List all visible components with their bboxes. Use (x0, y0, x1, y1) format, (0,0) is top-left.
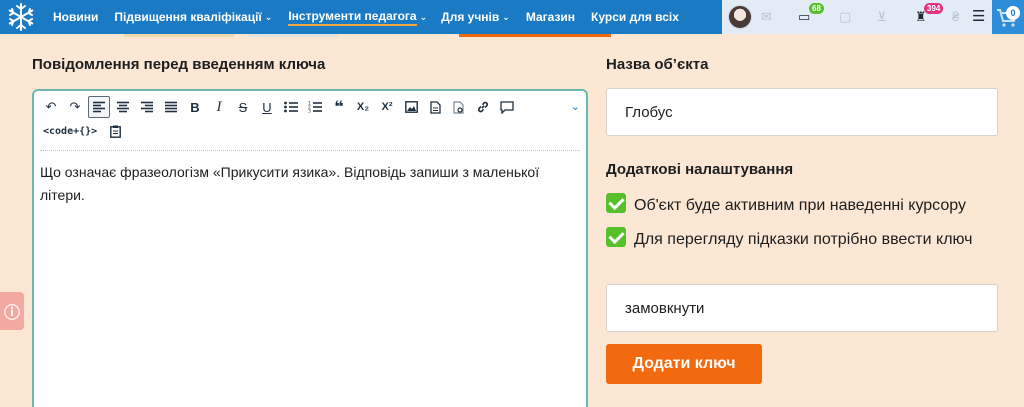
menu-icon[interactable]: ☰ (972, 9, 985, 25)
undo-icon[interactable]: ↶ (40, 96, 62, 118)
blockquote-icon[interactable]: ❝ (328, 96, 350, 118)
main-nav: Новини Підвищення кваліфікації ⌄ Інструм… (53, 0, 695, 34)
code-insert-button[interactable]: <code+{}> (40, 120, 100, 142)
checkbox-checked[interactable] (606, 227, 626, 247)
hidden-panel-edge (248, 34, 338, 37)
nav-item-news[interactable]: Новини (53, 10, 98, 24)
option-label: Для перегляду підказки потрібно ввести к… (634, 231, 973, 248)
subscript-icon[interactable]: X₂ (352, 96, 374, 118)
nav-item-shop[interactable]: Магазин (526, 10, 575, 24)
document-icon[interactable] (424, 96, 446, 118)
cart-icon[interactable]: ⊻ (877, 9, 887, 25)
rich-text-editor[interactable]: ↶ ↷ B I S U 123 ❝ X₂ X² <code+{}> ⌄ Що о… (32, 89, 588, 407)
chevron-down-icon[interactable]: ⌄ (571, 100, 580, 113)
top-navigation-bar: Новини Підвищення кваліфікації ⌄ Інструм… (0, 0, 1024, 34)
option-active-on-hover[interactable]: Об'єкт буде активним при наведенні курсо… (606, 193, 1006, 217)
file-search-icon[interactable] (448, 96, 470, 118)
section-title-message: Повідомлення перед введенням ключа (32, 56, 326, 73)
option-key-required[interactable]: Для перегляду підказки потрібно ввести к… (606, 227, 986, 251)
messages-badge: 68 (809, 3, 824, 14)
snowflake-logo-icon[interactable] (6, 2, 36, 32)
user-toolbar: ✉ ▭ 68 ▢ ⊻ ♜ 394 ₴ ☰ (722, 0, 992, 34)
italic-icon[interactable]: I (208, 96, 230, 118)
nav-label: Для учнів (441, 10, 500, 24)
section-title-extra-settings: Додаткові налаштування (606, 161, 794, 178)
chevron-down-icon: ⌄ (419, 11, 428, 22)
add-key-button[interactable]: Додати ключ (606, 344, 762, 384)
align-left-icon[interactable] (88, 96, 110, 118)
align-center-icon[interactable] (112, 96, 134, 118)
underline-icon[interactable]: U (256, 96, 278, 118)
cart-count-badge: 0 (1006, 6, 1020, 20)
toolbar-divider (40, 150, 580, 151)
object-name-input[interactable]: Глобус (606, 88, 998, 136)
superscript-icon[interactable]: X² (376, 96, 398, 118)
nav-label: Магазин (525, 10, 576, 24)
align-right-icon[interactable] (136, 96, 158, 118)
key-input[interactable]: замовкнути (606, 284, 998, 332)
redo-icon[interactable]: ↷ (64, 96, 86, 118)
link-icon[interactable] (472, 96, 494, 118)
comment-icon[interactable] (496, 96, 518, 118)
nav-item-qualification[interactable]: Підвищення кваліфікації ⌄ (114, 10, 272, 24)
svg-text:3: 3 (308, 109, 311, 114)
avatar[interactable] (728, 5, 752, 29)
hidden-panel-edge (124, 34, 234, 37)
chevron-down-icon: ⌄ (502, 11, 510, 22)
chat-icon[interactable]: ▭ (798, 9, 810, 25)
achievements-badge: 394 (924, 3, 944, 14)
nav-label: Новини (53, 10, 99, 24)
nav-item-courses[interactable]: Курси для всіх (591, 10, 679, 24)
alert-icon: ⓘ (3, 305, 20, 322)
chevron-down-icon: ⌄ (264, 11, 273, 22)
option-label: Об'єкт буде активним при наведенні курсо… (634, 197, 966, 214)
section-title-object-name: Назва об’єкта (606, 56, 709, 73)
nav-label: Інструменти педагога (288, 9, 417, 26)
editor-toolbar: ↶ ↷ B I S U 123 ❝ X₂ X² <code+{}> (40, 96, 580, 144)
numbered-list-icon[interactable]: 123 (304, 96, 326, 118)
editor-text[interactable]: Що означає фразеологізм «Прикусити язика… (40, 161, 570, 207)
align-justify-icon[interactable] (160, 96, 182, 118)
image-icon[interactable] (400, 96, 422, 118)
feedback-button[interactable]: ⓘ (0, 292, 24, 330)
nav-item-for-students[interactable]: Для учнів ⌄ (441, 10, 510, 24)
currency-icon[interactable]: ₴ (952, 9, 959, 25)
mail-icon[interactable]: ✉ (761, 9, 772, 25)
hidden-button-edge (459, 34, 611, 37)
bookmark-icon[interactable]: ▢ (839, 9, 851, 25)
nav-label: Підвищення кваліфікації (114, 10, 262, 24)
bold-icon[interactable]: B (184, 96, 206, 118)
nav-item-teacher-tools[interactable]: Інструменти педагога ⌄ (288, 9, 427, 26)
clipboard-icon[interactable] (104, 120, 126, 142)
bullet-list-icon[interactable] (280, 96, 302, 118)
nav-label: Курси для всіх (591, 10, 679, 24)
checkbox-checked[interactable] (606, 193, 626, 213)
strikethrough-icon[interactable]: S (232, 96, 254, 118)
